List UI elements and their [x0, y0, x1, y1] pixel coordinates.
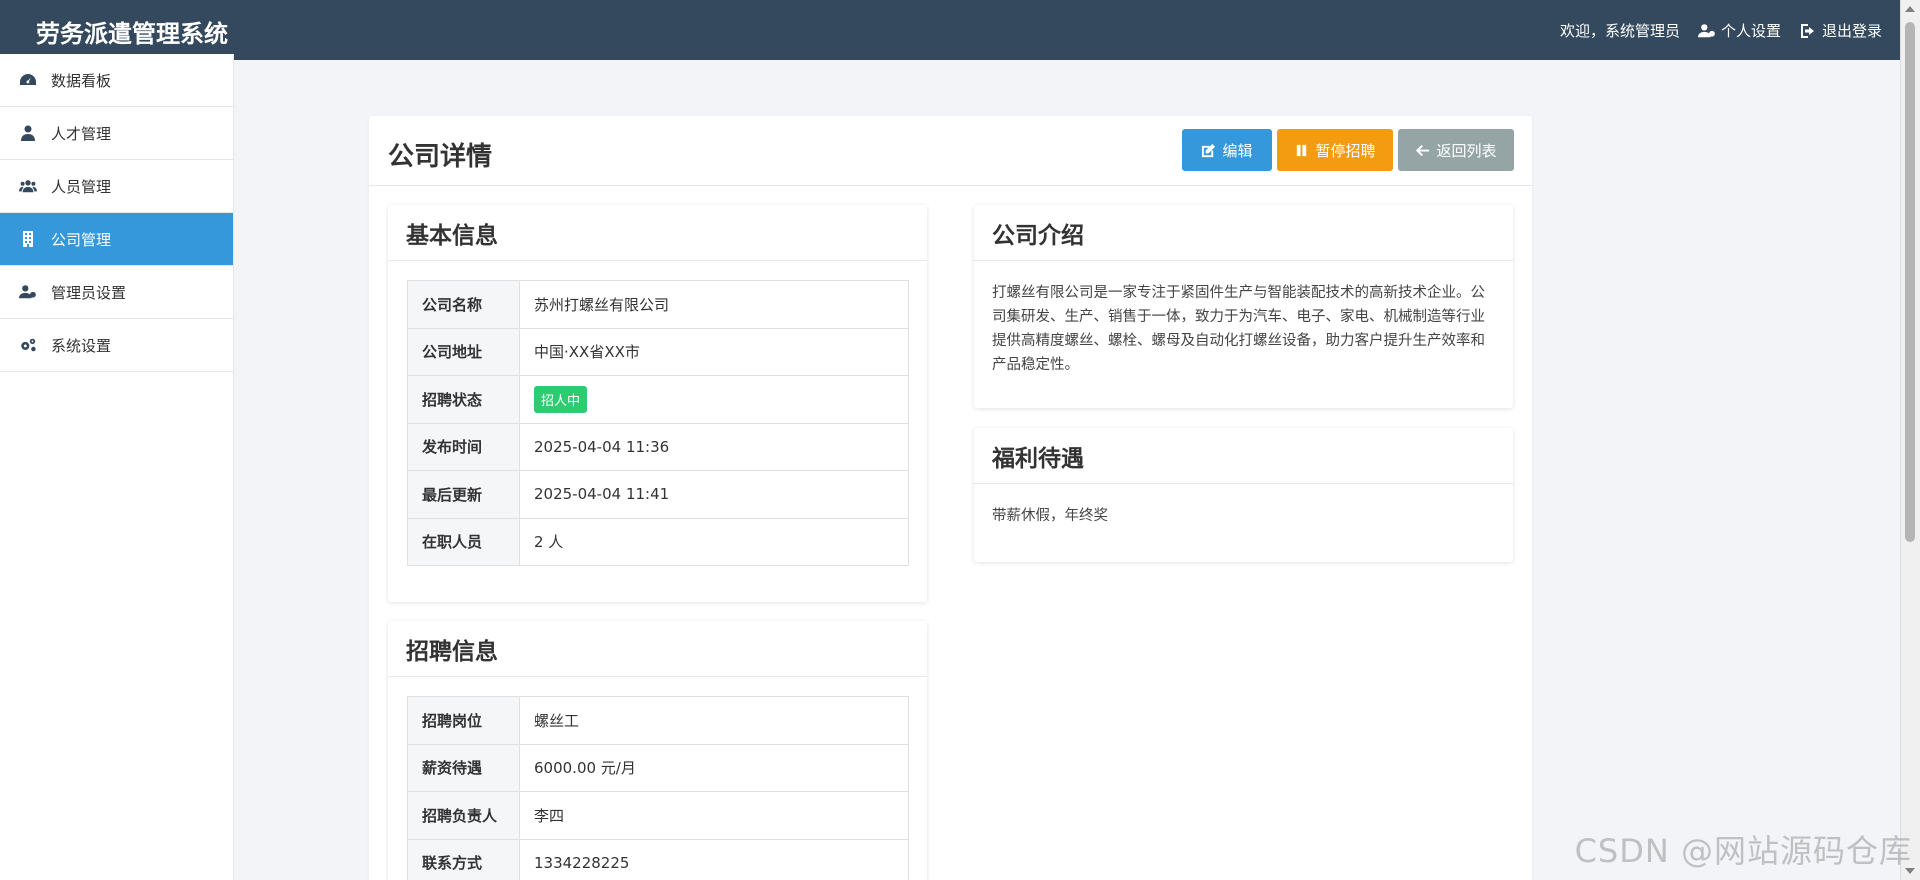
sidebar-item-dashboard[interactable]: 数据看板: [0, 54, 233, 107]
table-row: 招聘状态 招人中: [407, 375, 909, 424]
sidebar-item-label: 公司管理: [51, 230, 112, 249]
user-tie-icon: [18, 124, 38, 142]
pause-recruitment-button[interactable]: 暂停招聘: [1277, 129, 1393, 171]
status-badge: 招人中: [534, 385, 588, 413]
benefits-text: 带薪休假，年终奖: [992, 508, 1108, 524]
table-row: 联系方式 1334228225: [407, 838, 909, 880]
profile-settings-link[interactable]: 个人设置: [1697, 20, 1781, 41]
salary-value: 6000.00 元/月: [519, 743, 909, 792]
table-row: 公司名称 苏州打螺丝有限公司: [407, 280, 909, 329]
company-detail-card: 公司详情 编辑 暂停招聘 返回列表 基本信息 公司名称 苏州打螺丝有限公司 公司…: [369, 116, 1532, 880]
gears-icon: [18, 336, 38, 354]
pause-icon: [1297, 144, 1307, 156]
table-row: 最后更新 2025-04-04 11:41: [407, 470, 909, 519]
company-intro-panel: 公司介绍 打螺丝有限公司是一家专注于紧固件生产与智能装配技术的高新技术企业。公司…: [974, 205, 1513, 408]
sidebar-item-personnel[interactable]: 人员管理: [0, 160, 233, 213]
sidebar-item-label: 人员管理: [51, 177, 112, 196]
profile-settings-label: 个人设置: [1720, 22, 1781, 40]
sidebar-item-admin-settings[interactable]: 管理员设置: [0, 266, 233, 319]
sidebar-item-label: 管理员设置: [51, 283, 127, 302]
app-title: 劳务派遣管理系统: [36, 20, 228, 48]
user-gear-icon: [18, 283, 38, 301]
sidebar-item-company[interactable]: 公司管理: [0, 213, 233, 266]
edit-button[interactable]: 编辑: [1182, 129, 1272, 171]
field-label: 公司地址: [407, 327, 520, 376]
building-icon: [18, 230, 38, 248]
header-user-area: 欢迎，系统管理员 个人设置 退出登录: [1560, 20, 1882, 41]
table-row: 公司地址 中国·XX省XX市: [407, 327, 909, 376]
basic-info-panel: 基本信息 公司名称 苏州打螺丝有限公司 公司地址 中国·XX省XX市 招聘状态 …: [388, 205, 927, 602]
edit-button-label: 编辑: [1222, 141, 1253, 160]
page-title: 公司详情: [388, 142, 493, 172]
edit-icon: [1202, 143, 1216, 157]
users-icon: [18, 177, 38, 195]
contact-value: 1334228225: [519, 838, 909, 880]
back-to-list-button[interactable]: 返回列表: [1398, 129, 1514, 171]
publish-time-value: 2025-04-04 11:36: [519, 422, 909, 471]
employee-count-value: 2 人: [519, 517, 909, 566]
panel-title: 招聘信息: [388, 621, 927, 677]
recruiter-value: 李四: [519, 791, 909, 840]
field-label: 招聘状态: [407, 375, 520, 424]
table-row: 招聘岗位 螺丝工: [407, 696, 909, 745]
field-label: 发布时间: [407, 422, 520, 471]
logout-link[interactable]: 退出登录: [1799, 20, 1882, 41]
position-value: 螺丝工: [519, 696, 909, 745]
sidebar-item-talent[interactable]: 人才管理: [0, 107, 233, 160]
page-scrollbar[interactable]: [1900, 0, 1920, 880]
company-name-value: 苏州打螺丝有限公司: [519, 280, 909, 329]
last-updated-value: 2025-04-04 11:41: [519, 470, 909, 519]
panel-title: 公司介绍: [974, 205, 1513, 261]
sign-out-icon: [1800, 23, 1814, 38]
recruit-status-cell: 招人中: [519, 375, 909, 424]
welcome-text: 欢迎，系统管理员: [1559, 22, 1680, 40]
pause-button-label: 暂停招聘: [1315, 141, 1376, 160]
company-address-value: 中国·XX省XX市: [519, 327, 909, 376]
scroll-thumb[interactable]: [1905, 22, 1915, 542]
scroll-up-arrow[interactable]: [1905, 6, 1915, 12]
field-label: 薪资待遇: [407, 743, 520, 792]
sidebar-item-system-settings[interactable]: 系统设置: [0, 319, 233, 372]
company-intro-text: 打螺丝有限公司是一家专注于紧固件生产与智能装配技术的高新技术企业。公司集研发、生…: [992, 285, 1485, 373]
table-row: 薪资待遇 6000.00 元/月: [407, 743, 909, 792]
sidebar: 数据看板 人才管理 人员管理 公司管理 管理员设置 系统设置: [0, 54, 234, 880]
field-label: 招聘负责人: [407, 791, 520, 840]
table-row: 在职人员 2 人: [407, 517, 909, 566]
panel-title: 福利待遇: [974, 428, 1513, 484]
field-label: 在职人员: [407, 517, 520, 566]
table-row: 发布时间 2025-04-04 11:36: [407, 422, 909, 471]
benefits-panel: 福利待遇 带薪休假，年终奖: [974, 428, 1513, 562]
action-buttons: 编辑 暂停招聘 返回列表: [1182, 129, 1514, 171]
sidebar-item-label: 数据看板: [51, 71, 112, 90]
user-gear-icon: [1697, 23, 1715, 37]
basic-info-table: 公司名称 苏州打螺丝有限公司 公司地址 中国·XX省XX市 招聘状态 招人中 发…: [407, 280, 909, 566]
back-button-label: 返回列表: [1436, 141, 1497, 160]
recruit-info-table: 招聘岗位 螺丝工 薪资待遇 6000.00 元/月 招聘负责人 李四 联系方式 …: [407, 696, 909, 880]
logout-label: 退出登录: [1821, 22, 1882, 40]
panel-title: 基本信息: [388, 205, 927, 261]
field-label: 招聘岗位: [407, 696, 520, 745]
recruit-info-panel: 招聘信息 招聘岗位 螺丝工 薪资待遇 6000.00 元/月 招聘负责人 李四 …: [388, 621, 927, 880]
field-label: 公司名称: [407, 280, 520, 329]
watermark: CSDN @网站源码仓库: [1574, 832, 1912, 870]
dashboard-icon: [18, 71, 38, 89]
sidebar-item-label: 人才管理: [51, 124, 112, 143]
card-header: 公司详情 编辑 暂停招聘 返回列表: [369, 116, 1532, 186]
field-label: 最后更新: [407, 470, 520, 519]
sidebar-item-label: 系统设置: [51, 336, 112, 355]
table-row: 招聘负责人 李四: [407, 791, 909, 840]
top-header: 劳务派遣管理系统 欢迎，系统管理员 个人设置 退出登录: [0, 0, 1900, 60]
arrow-left-icon: [1416, 144, 1430, 156]
field-label: 联系方式: [407, 838, 520, 880]
